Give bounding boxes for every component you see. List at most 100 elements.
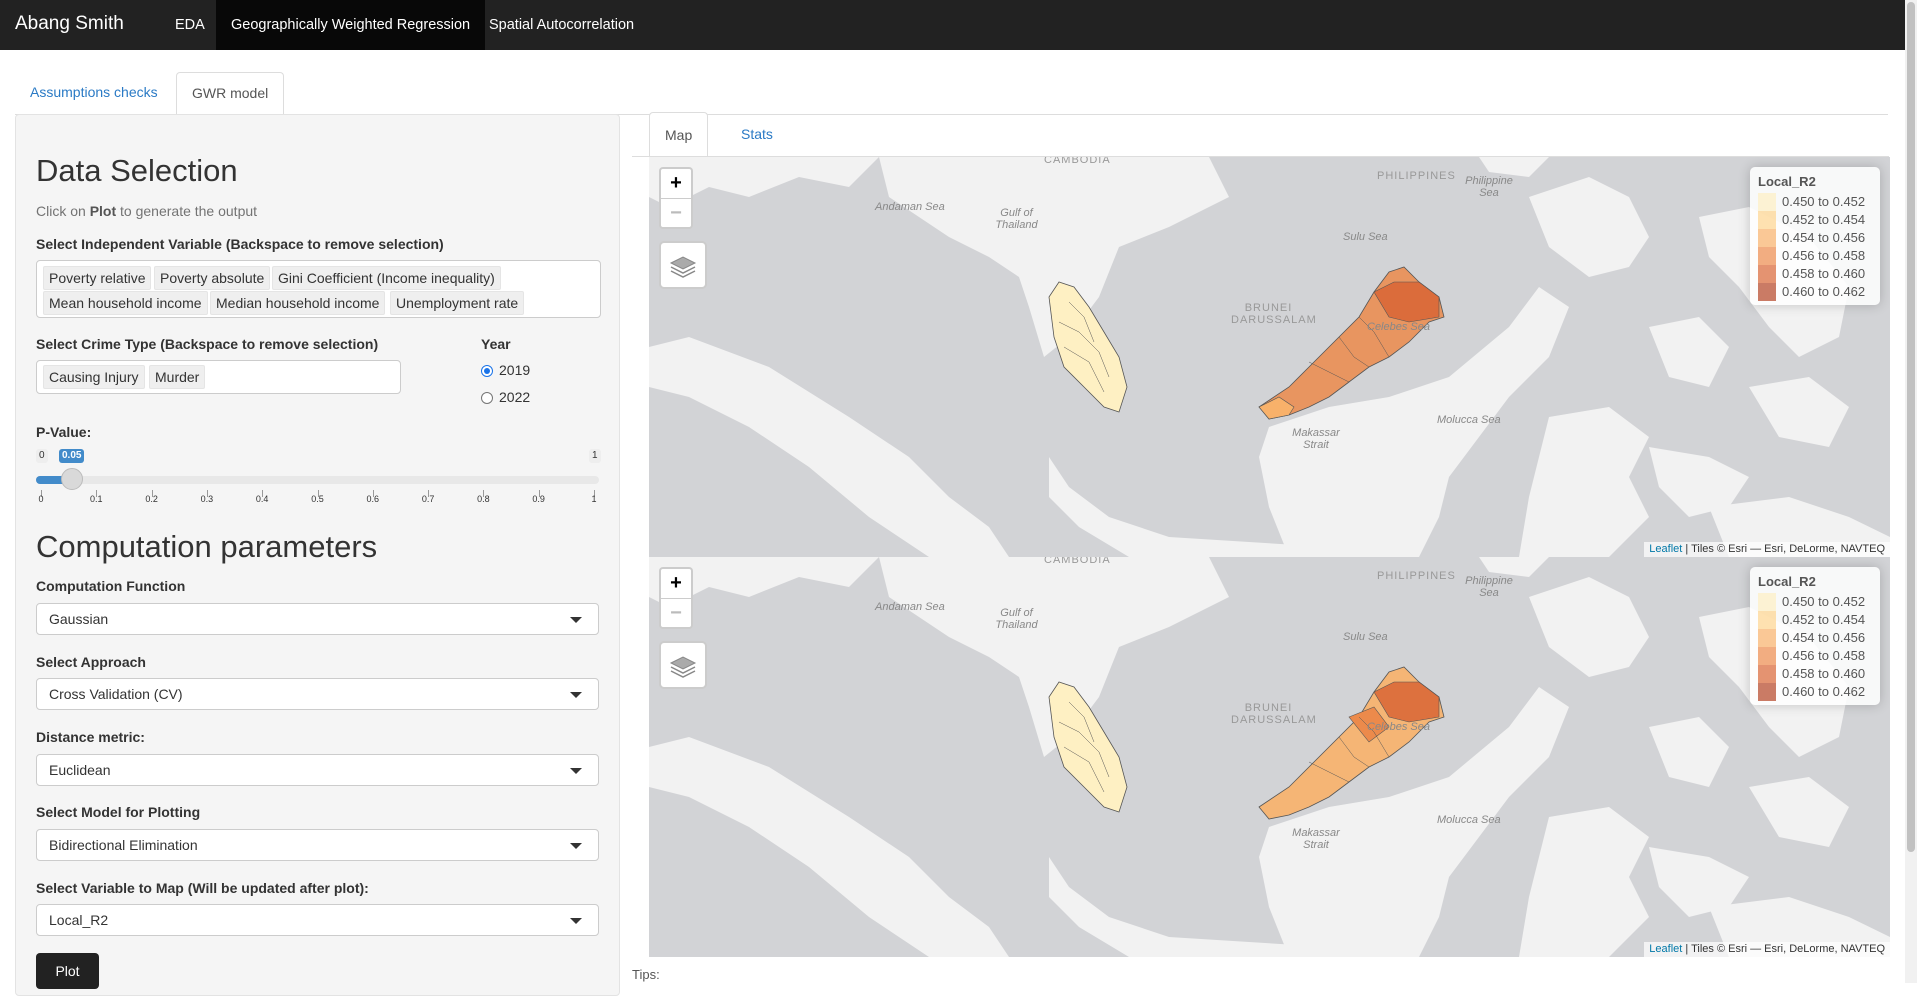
- leaflet-link[interactable]: Leaflet: [1649, 943, 1682, 955]
- slider-tick-label: 0.7: [421, 494, 435, 504]
- zoom-in-button[interactable]: +: [661, 169, 691, 198]
- year-radio-2019[interactable]: 2019: [481, 362, 530, 378]
- slider-value-label: 0.05: [59, 449, 85, 463]
- tips-label: Tips:: [632, 967, 660, 982]
- layers-button[interactable]: [659, 241, 707, 289]
- legend-title: Local_R2: [1758, 574, 1816, 589]
- zoom-out-button[interactable]: −: [661, 598, 691, 628]
- leaflet-link[interactable]: Leaflet: [1649, 543, 1682, 555]
- tab-map[interactable]: Map: [649, 112, 709, 158]
- chip-poverty-relative[interactable]: Poverty relative: [43, 266, 152, 290]
- independent-variable-label: Select Independent Variable (Backspace t…: [36, 236, 444, 252]
- radio-selected-icon[interactable]: [481, 365, 493, 377]
- zoom-in-button[interactable]: +: [661, 569, 691, 598]
- chevron-down-icon: [570, 768, 582, 774]
- map-label-gulf-of-thailand: Gulf of Thailand: [995, 607, 1038, 631]
- page-scrollbar[interactable]: [1905, 0, 1917, 983]
- chip-median-household-income[interactable]: Median household income: [210, 291, 386, 315]
- chip-unemployment-rate[interactable]: Unemployment rate: [390, 291, 525, 315]
- plot-model-select[interactable]: Bidirectional Elimination: [36, 829, 599, 861]
- slider-tick-label: 0: [38, 494, 44, 504]
- plot-model-label: Select Model for Plotting: [36, 804, 201, 820]
- nav-item-eda[interactable]: EDA: [160, 0, 220, 50]
- layers-button[interactable]: [659, 641, 707, 689]
- map-basemap: [649, 157, 1890, 557]
- map-label-celebes-sea: Celebes Sea: [1367, 321, 1430, 333]
- slider-min-label: 0: [36, 449, 48, 463]
- map-label-gulf-of-thailand: Gulf of Thailand: [995, 207, 1038, 231]
- map-label-cambodia: CAMBODIA: [1044, 557, 1111, 566]
- zoom-out-button[interactable]: −: [661, 198, 691, 228]
- map-label-philippine-sea: Philippine Sea: [1465, 175, 1513, 199]
- legend-item: 0.454 to 0.456: [1758, 229, 1865, 247]
- chip-gini-coefficient[interactable]: Gini Coefficient (Income inequality): [272, 266, 501, 290]
- slider-tick-label: 1: [591, 494, 597, 504]
- zoom-control: + −: [659, 167, 693, 229]
- map-variable-select[interactable]: Local_R2: [36, 904, 599, 936]
- distance-metric-select[interactable]: Euclidean: [36, 754, 599, 786]
- gwr-tabs: Assumptions checks GWR model: [15, 72, 1888, 116]
- leaflet-map-1[interactable]: CAMBODIA Andaman Sea Gulf of Thailand PH…: [649, 157, 1890, 557]
- slider-tick-label: 0.2: [145, 494, 158, 504]
- chip-murder[interactable]: Murder: [149, 365, 206, 389]
- nav-item-spatial-autocorrelation[interactable]: Spatial Autocorrelation: [474, 0, 649, 50]
- zoom-control: + −: [659, 567, 693, 629]
- legend-item: 0.452 to 0.454: [1758, 211, 1865, 229]
- chevron-down-icon: [570, 918, 582, 924]
- navbar-brand[interactable]: Abang Smith: [15, 13, 124, 35]
- map-label-andaman-sea: Andaman Sea: [875, 201, 945, 213]
- computation-parameters-title: Computation parameters: [36, 529, 378, 564]
- map-label-molucca-sea: Molucca Sea: [1437, 814, 1501, 826]
- map-legend: Local_R2 0.450 to 0.452 0.452 to 0.454 0…: [1750, 567, 1880, 705]
- slider-tick-label: 0.6: [366, 494, 380, 504]
- map-basemap: [649, 557, 1890, 957]
- map-label-philippines: PHILIPPINES: [1377, 170, 1456, 182]
- map-label-philippines: PHILIPPINES: [1377, 570, 1456, 582]
- slider-max-label: 1: [589, 449, 601, 463]
- tab-stats[interactable]: Stats: [726, 112, 788, 156]
- pvalue-label: P-Value:: [36, 424, 92, 440]
- top-navbar: Abang Smith EDA Geographically Weighted …: [0, 0, 1905, 50]
- crime-type-select[interactable]: Causing Injury Murder: [36, 360, 401, 394]
- tab-gwr-model[interactable]: GWR model: [176, 72, 285, 116]
- radio-unselected-icon[interactable]: [481, 392, 493, 404]
- chip-poverty-absolute[interactable]: Poverty absolute: [154, 266, 271, 290]
- chip-causing-injury[interactable]: Causing Injury: [43, 365, 145, 389]
- approach-select[interactable]: Cross Validation (CV): [36, 678, 599, 710]
- chevron-down-icon: [570, 617, 582, 623]
- pvalue-slider-track[interactable]: [36, 476, 599, 484]
- year-radio-2022[interactable]: 2022: [481, 389, 530, 405]
- tab-assumptions-checks[interactable]: Assumptions checks: [15, 72, 173, 113]
- distance-metric-label: Distance metric:: [36, 729, 145, 745]
- legend-item: 0.450 to 0.452: [1758, 193, 1865, 211]
- legend-item: 0.456 to 0.458: [1758, 247, 1865, 265]
- year-label: Year: [481, 336, 511, 352]
- leaflet-map-2[interactable]: CAMBODIA Andaman Sea Gulf of Thailand PH…: [649, 557, 1890, 957]
- map-variable-label: Select Variable to Map (Will be updated …: [36, 880, 369, 896]
- legend-item: 0.452 to 0.454: [1758, 611, 1865, 629]
- plot-button[interactable]: Plot: [36, 953, 99, 989]
- slider-tick-label: 0.1: [90, 494, 103, 504]
- pvalue-slider-handle[interactable]: [61, 468, 83, 490]
- computation-function-select[interactable]: Gaussian: [36, 603, 599, 635]
- map-label-makassar-strait: Makassar Strait: [1292, 827, 1340, 851]
- legend-item: 0.454 to 0.456: [1758, 629, 1865, 647]
- legend-item: 0.456 to 0.458: [1758, 647, 1865, 665]
- map-attribution: Leaflet | Tiles © Esri — Esri, DeLorme, …: [1644, 542, 1890, 557]
- sidebar-panel: Data Selection Click on Plot to generate…: [15, 114, 620, 996]
- scrollbar-thumb[interactable]: [1907, 2, 1915, 852]
- map-label-celebes-sea: Celebes Sea: [1367, 721, 1430, 733]
- independent-variable-select[interactable]: Poverty relative Poverty absolute Gini C…: [36, 260, 601, 318]
- map-label-sulu-sea: Sulu Sea: [1343, 631, 1388, 643]
- chip-mean-household-income[interactable]: Mean household income: [43, 291, 208, 315]
- legend-item: 0.458 to 0.460: [1758, 665, 1865, 683]
- map-label-molucca-sea: Molucca Sea: [1437, 414, 1501, 426]
- map-label-brunei: BRUNEI DARUSSALAM: [1231, 702, 1317, 726]
- data-selection-title: Data Selection: [36, 153, 238, 188]
- map-legend: Local_R2 0.450 to 0.452 0.452 to 0.454 0…: [1750, 167, 1880, 305]
- map-label-andaman-sea: Andaman Sea: [875, 601, 945, 613]
- layers-icon: [669, 256, 697, 278]
- nav-item-gwr[interactable]: Geographically Weighted Regression: [216, 0, 486, 50]
- slider-tick-label: 0.3: [200, 494, 214, 504]
- slider-tick-label: 0.8: [477, 494, 490, 504]
